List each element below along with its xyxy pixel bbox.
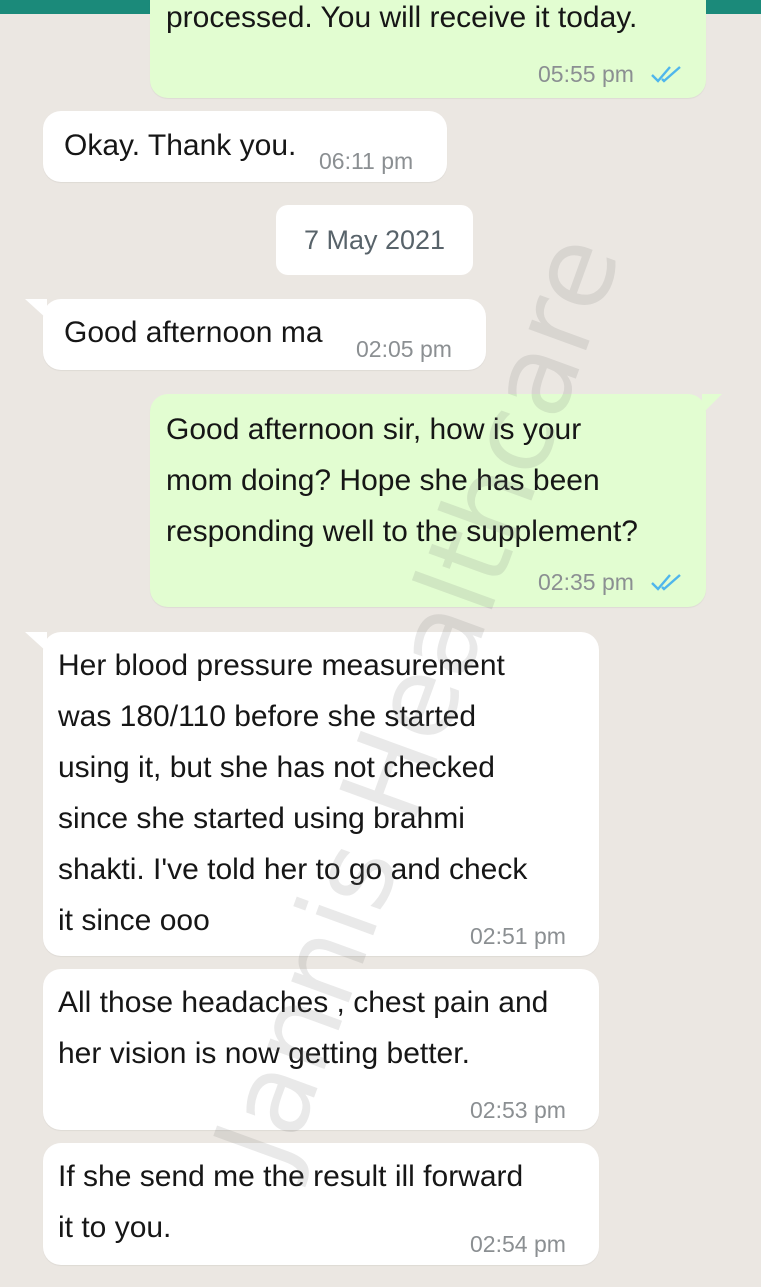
message-time: 02:53 pm: [470, 1097, 566, 1123]
message-text: Okay. Thank you.: [64, 129, 297, 162]
message-bubble-outgoing[interactable]: Good afternoon sir, how is your mom doin…: [150, 394, 722, 607]
message-time: 02:35 pm: [538, 569, 634, 595]
double-check-read-icon: [651, 66, 681, 83]
message-time: 02:05 pm: [356, 336, 452, 362]
message-text: Good afternoon ma: [64, 316, 323, 349]
message-time: 06:11 pm: [319, 148, 414, 174]
message-text: Good afternoon sir, how is your mom doin…: [166, 413, 638, 548]
message-bubble-incoming[interactable]: Her blood pressure measurement was 180/1…: [25, 632, 599, 956]
message-time: 05:55 pm: [538, 61, 634, 87]
message-text: All those headaches , chest pain and her…: [58, 986, 549, 1070]
double-check-read-icon: [651, 574, 681, 591]
message-bubble-incoming[interactable]: All those headaches , chest pain and her…: [43, 969, 599, 1130]
message-text: Her blood pressure measurement was 180/1…: [58, 649, 528, 937]
message-text: processed. You will receive it today.: [166, 1, 638, 34]
date-divider: 7 May 2021: [276, 205, 473, 275]
message-bubble-incoming[interactable]: Okay. Thank you. 06:11 pm: [43, 111, 447, 182]
message-bubble-outgoing[interactable]: processed. You will receive it today. 05…: [150, 0, 706, 98]
message-time: 02:51 pm: [470, 923, 566, 949]
message-bubble-incoming[interactable]: Good afternoon ma 02:05 pm: [25, 299, 486, 370]
message-bubble-incoming[interactable]: If she send me the result ill forward it…: [43, 1143, 599, 1265]
message-text: If she send me the result ill forward it…: [58, 1160, 524, 1244]
message-time: 02:54 pm: [470, 1231, 566, 1257]
